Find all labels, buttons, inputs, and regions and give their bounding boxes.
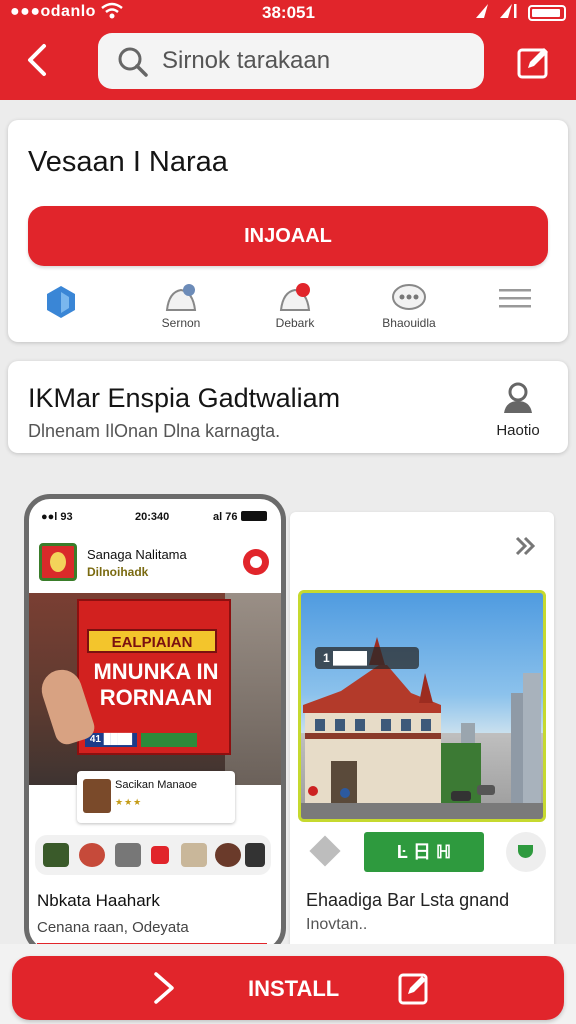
status-time: 38:051 — [262, 3, 315, 22]
screenshot-caption-title: Nbkata Haahark — [37, 891, 160, 910]
poster-banner: EALPIAIAN — [87, 629, 217, 653]
search-input[interactable] — [162, 43, 462, 79]
search-bar[interactable] — [98, 33, 484, 89]
wifi-icon — [100, 2, 124, 25]
menu-icon — [499, 289, 531, 308]
location-icon — [474, 2, 518, 25]
action-menu[interactable] — [470, 278, 560, 338]
profile-card-name: Sacikan Manaoe — [115, 779, 197, 791]
bottom-install-label: INSTALL — [248, 976, 340, 1001]
rating-stars: ★★★ — [115, 797, 143, 807]
screenshot-1[interactable]: ●●l 93 20:340 al 76 Sanaga Nalitama Diln… — [24, 494, 286, 954]
chat-bubble-icon — [392, 284, 426, 310]
poster-green-strip — [141, 733, 197, 747]
close-icon — [151, 846, 169, 864]
action-label: Bhaouidla — [382, 316, 436, 330]
thumbnail-car-icon — [245, 843, 265, 867]
building-photo: 1 ████ — [298, 590, 546, 822]
thumbnail-person-icon — [79, 843, 105, 867]
action-label: Debark — [275, 316, 315, 330]
developer-name: IKMar Enspia Gadtwaliam — [28, 383, 341, 413]
phone-battery-icon — [241, 511, 267, 521]
phone-status-bar: ●●l 93 20:340 al 76 — [29, 499, 281, 529]
action-row: Sernon Debark Bhaouidla — [8, 278, 568, 338]
developer-card[interactable]: IKMar Enspia Gadtwaliam Dlnenam IlOnan D… — [8, 361, 568, 453]
screenshot-app-subtitle: Dilnoihadk — [87, 565, 149, 579]
chevron-right-icon — [150, 970, 180, 1011]
bottom-install-button[interactable]: INSTALL — [12, 956, 564, 1020]
install-button[interactable]: INJOAAL — [28, 206, 548, 266]
building-illustration — [301, 637, 543, 819]
edit-button[interactable] — [514, 42, 554, 82]
search-icon — [116, 45, 150, 84]
avatar — [83, 779, 111, 813]
person-icon — [504, 382, 532, 413]
poster-headline: MNUNKA IN RORNAAN — [93, 659, 219, 710]
poster: EALPIAIAN MNUNKA IN RORNAAN 41 ████ — [77, 599, 231, 755]
screenshot-caption-text: Cenana raan, Odeyata — [37, 919, 189, 936]
screenshot-caption-title: Ehaadiga Bar Lsta gnand — [306, 890, 510, 910]
action-bhaouidla[interactable]: Bhaouidla — [364, 278, 454, 338]
poster-tag: 41 ████ — [85, 733, 137, 747]
app-info-card: Vesaan I Naraa INJOAAL Sernon Debark Bha… — [8, 120, 568, 342]
action-debark[interactable]: Debark — [250, 278, 340, 338]
thumbnail-box-icon — [181, 843, 207, 867]
developer-description: Dlnenam IlOnan Dlna karnagta. — [28, 421, 281, 441]
status-bar: ●●●odanlo 38:051 — [0, 0, 576, 26]
bottom-bar: INSTALL — [0, 944, 576, 1024]
profile-button[interactable]: Haotio — [486, 381, 550, 439]
screenshot-action-row: Ŀ 日 ℍ — [298, 830, 546, 874]
image-tag: 1 ████ — [315, 647, 419, 669]
bucket-icon[interactable] — [506, 832, 546, 872]
background-pillar — [225, 593, 281, 785]
app-logo — [39, 543, 77, 581]
app-title: Vesaan I Naraa — [28, 146, 228, 178]
thumbnail-strip — [35, 835, 271, 875]
top-app-bar: ●●●odanlo 38:051 — [0, 0, 576, 100]
thumbnail-car-icon — [115, 843, 141, 867]
battery-icon — [528, 5, 566, 21]
bell-icon — [165, 284, 197, 311]
diamond-icon — [309, 835, 341, 867]
profile-card: Sacikan Manaoe ★★★ — [77, 771, 235, 823]
phone-carrier: ●●l 93 — [41, 511, 73, 523]
edit-document-icon — [396, 970, 432, 1011]
screenshot-app-title: Sanaga Nalitama — [87, 547, 187, 562]
carrier-label: ●●●odanlo — [10, 3, 96, 20]
profile-label: Haotio — [496, 422, 540, 439]
screenshot-2[interactable]: 1 ████ Ŀ 日 ℍ Ehaadiga Bar Lsta gnand Ino… — [290, 512, 554, 952]
back-button[interactable] — [20, 40, 56, 80]
action-sernon[interactable]: Sernon — [136, 278, 226, 338]
action-label: Sernon — [161, 316, 201, 330]
thumbnail-person-icon — [215, 843, 241, 867]
shield-icon — [47, 286, 75, 318]
action-shield[interactable] — [16, 278, 106, 338]
record-icon — [243, 549, 269, 575]
phone-time: 20:340 — [135, 511, 170, 523]
phone-signal: al 76 — [213, 511, 238, 523]
notification-bell-icon — [279, 283, 311, 311]
chevron-right-icon[interactable] — [512, 532, 540, 565]
green-action-button[interactable]: Ŀ 日 ℍ — [364, 832, 484, 872]
thumbnail-car-icon — [43, 843, 69, 867]
screenshot-photo: EALPIAIAN MNUNKA IN RORNAAN 41 ████ — [29, 593, 281, 785]
screenshot-caption-text: Inovtan.. — [306, 916, 368, 933]
